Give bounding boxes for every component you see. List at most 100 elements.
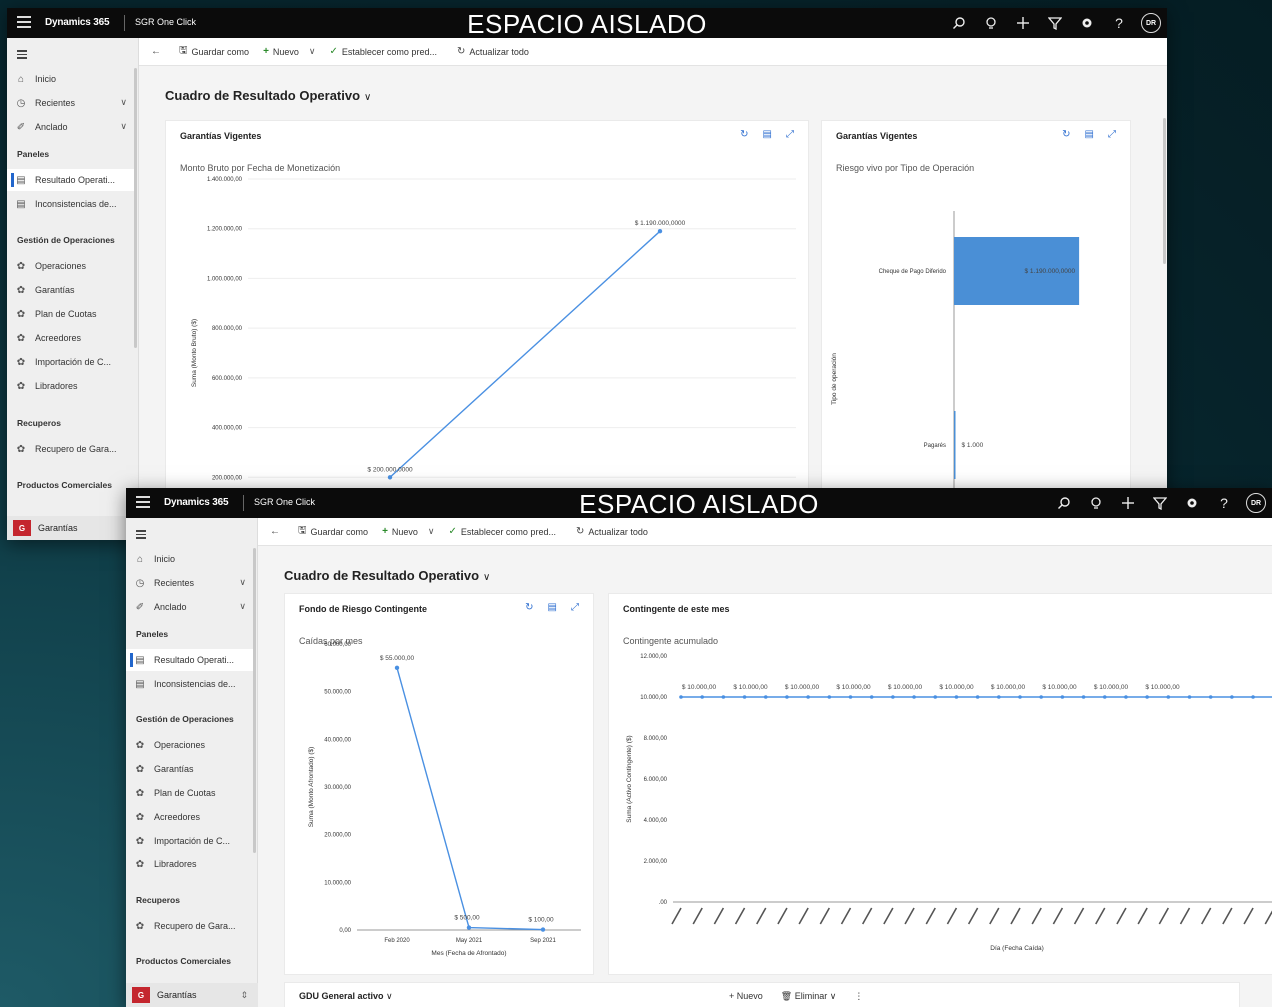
section-header-gestion: Gestión de Operaciones [136,714,234,724]
menu-icon[interactable] [136,530,146,541]
top-bar: Dynamics 365 SGR One Click ESPACIO AISLA… [7,8,1167,39]
sidebar-item-dashboard-resultado[interactable]: ▤ Resultado Operati... [7,169,135,191]
brand-name[interactable]: Dynamics 365 [164,497,229,508]
search-icon[interactable] [1054,493,1074,513]
save-as-button[interactable]: 🖫 Guardar como [179,43,249,60]
sidebar-item-pinned[interactable]: ✐ Anclado ∨ [126,596,254,618]
sidebar-scrollbar[interactable] [253,548,256,853]
x-tick-mark [1179,907,1191,925]
sidebar-item-plan-de-cuotas[interactable]: ✿ Plan de Cuotas [7,303,135,325]
grid-new-button[interactable]: + Nuevo [729,991,763,1002]
back-button[interactable]: ← [151,46,165,57]
save-as-button[interactable]: 🖫 Guardar como [298,523,368,540]
area-switcher[interactable]: G Garantías [7,516,139,540]
app-launcher-icon[interactable] [136,496,150,508]
refresh-icon: ↻ [575,526,585,537]
entity-icon: ✿ [16,443,26,455]
refresh-all-button[interactable]: ↻ Actualizar todo [457,46,529,57]
area-label: Garantías [157,990,197,1000]
plus-icon[interactable] [1118,493,1138,513]
avatar[interactable]: DR [1246,493,1266,513]
help-icon[interactable]: ? [1109,13,1129,33]
app-name[interactable]: SGR One Click [254,497,315,507]
new-button[interactable]: + Nuevo ∨ [382,526,434,537]
home-icon: ⌂ [136,553,144,565]
sidebar-item-importacion[interactable]: ✿ Importación de C... [126,830,254,852]
x-tick-mark [904,907,915,925]
menu-icon[interactable] [17,50,27,61]
x-tick-mark [1243,907,1254,925]
sidebar-item-plan-de-cuotas[interactable]: ✿ Plan de Cuotas [126,782,254,804]
chart-panel: Contingente de este mes ↻▤⤢ Contingente … [608,593,1272,975]
dashboard-icon: ▤ [16,198,26,210]
grid-title[interactable]: GDU General activo ∨ [299,991,393,1002]
data-label: $ 100,00 [528,917,554,924]
section-header-recuperos: Recuperos [136,895,180,905]
sidebar-item-recupero[interactable]: ✿ Recupero de Gara... [126,915,254,937]
line-chart-contingente: .00 2.000,00 4.000,00 6.000,00 8.000,00 10.00… [626,654,1272,952]
x-tick-mark [1264,910,1272,925]
new-button[interactable]: + Nuevo ∨ [263,46,315,57]
sidebar-item-garantias[interactable]: ✿ Garantías [7,279,135,301]
refresh-all-button[interactable]: ↻ Actualizar todo [576,526,648,537]
sidebar-item-libradores[interactable]: ✿ Libradores [7,375,135,397]
sidebar-item-label: Plan de Cuotas [35,309,97,319]
sidebar-item-dashboard-inconsistencias[interactable]: ▤ Inconsistencias de... [126,673,254,695]
data-label: $ 10.000,00 [733,684,768,691]
app-launcher-icon[interactable] [17,16,31,28]
search-icon[interactable] [949,13,969,33]
lightbulb-icon[interactable] [981,13,1001,33]
filter-icon[interactable] [1150,493,1170,513]
pin-icon: ✐ [135,601,145,613]
grid-delete-button[interactable]: 🗑 Eliminar ∨ [781,991,837,1002]
chevron-down-icon[interactable]: ∨ [309,46,316,57]
sidebar-item-home[interactable]: ⌂ Inicio [126,548,254,570]
sidebar-item-operaciones[interactable]: ✿ Operaciones [7,255,135,277]
data-point [806,695,810,699]
set-default-button[interactable]: ✓ Establecer como pred... [449,526,556,537]
sidebar-item-dashboard-resultado[interactable]: ▤ Resultado Operati... [126,649,254,671]
brand-name[interactable]: Dynamics 365 [45,17,110,28]
dashboard-title-text: Cuadro de Resultado Operativo [284,568,480,583]
sidebar-item-recent[interactable]: ◷ Recientes ∨ [126,572,254,594]
avatar[interactable]: DR [1141,13,1161,33]
data-point [1124,695,1128,699]
trash-icon: 🗑 [780,991,793,1001]
settings-icon[interactable] [1077,13,1097,33]
sidebar-item-home[interactable]: ⌂ Inicio [7,68,135,90]
help-icon[interactable]: ? [1214,493,1234,513]
data-label: $ 10.000,00 [785,684,820,691]
main-scrollbar[interactable] [1163,118,1166,264]
y-tick-label: .00 [659,900,668,906]
sidebar-scrollbar[interactable] [134,68,137,348]
area-switcher[interactable]: G Garantías ⇕ [126,983,258,1007]
more-icon[interactable]: ⋮ [854,991,863,1002]
sidebar-item-recupero[interactable]: ✿ Recupero de Gara... [7,438,135,460]
sidebar-item-acreedores[interactable]: ✿ Acreedores [7,327,135,349]
y-tick-label: 30.000,00 [324,785,351,791]
sidebar-item-importacion[interactable]: ✿ Importación de C... [7,351,135,373]
sidebar-item-recent[interactable]: ◷ Recientes ∨ [7,92,135,114]
app-name[interactable]: SGR One Click [135,17,196,27]
y-axis-title: Suma (Monto Afrontado) ($) [308,747,315,828]
dashboard-title[interactable]: Cuadro de Resultado Operativo ∨ [165,88,371,103]
lightbulb-icon[interactable] [1086,493,1106,513]
sidebar-item-acreedores[interactable]: ✿ Acreedores [126,806,254,828]
clock-icon: ◷ [135,577,145,589]
plus-icon[interactable] [1013,13,1033,33]
entity-icon: ✿ [16,284,26,296]
sidebar-item-garantias[interactable]: ✿ Garantías [126,758,254,780]
dashboard-title[interactable]: Cuadro de Resultado Operativo ∨ [284,568,490,583]
chevron-down-icon[interactable]: ∨ [428,526,435,537]
sidebar-item-libradores[interactable]: ✿ Libradores [126,853,254,875]
settings-icon[interactable] [1182,493,1202,513]
sidebar-item-pinned[interactable]: ✐ Anclado ∨ [7,116,135,138]
sidebar-item-operaciones[interactable]: ✿ Operaciones [126,734,254,756]
plus-icon: + [729,991,735,1001]
data-point [1102,695,1107,699]
set-default-button[interactable]: ✓ Establecer como pred... [330,46,437,57]
filter-icon[interactable] [1045,13,1065,33]
sidebar-item-label: Recientes [35,98,76,108]
back-button[interactable]: ← [270,526,284,537]
sidebar-item-dashboard-inconsistencias[interactable]: ▤ Inconsistencias de... [7,193,135,215]
